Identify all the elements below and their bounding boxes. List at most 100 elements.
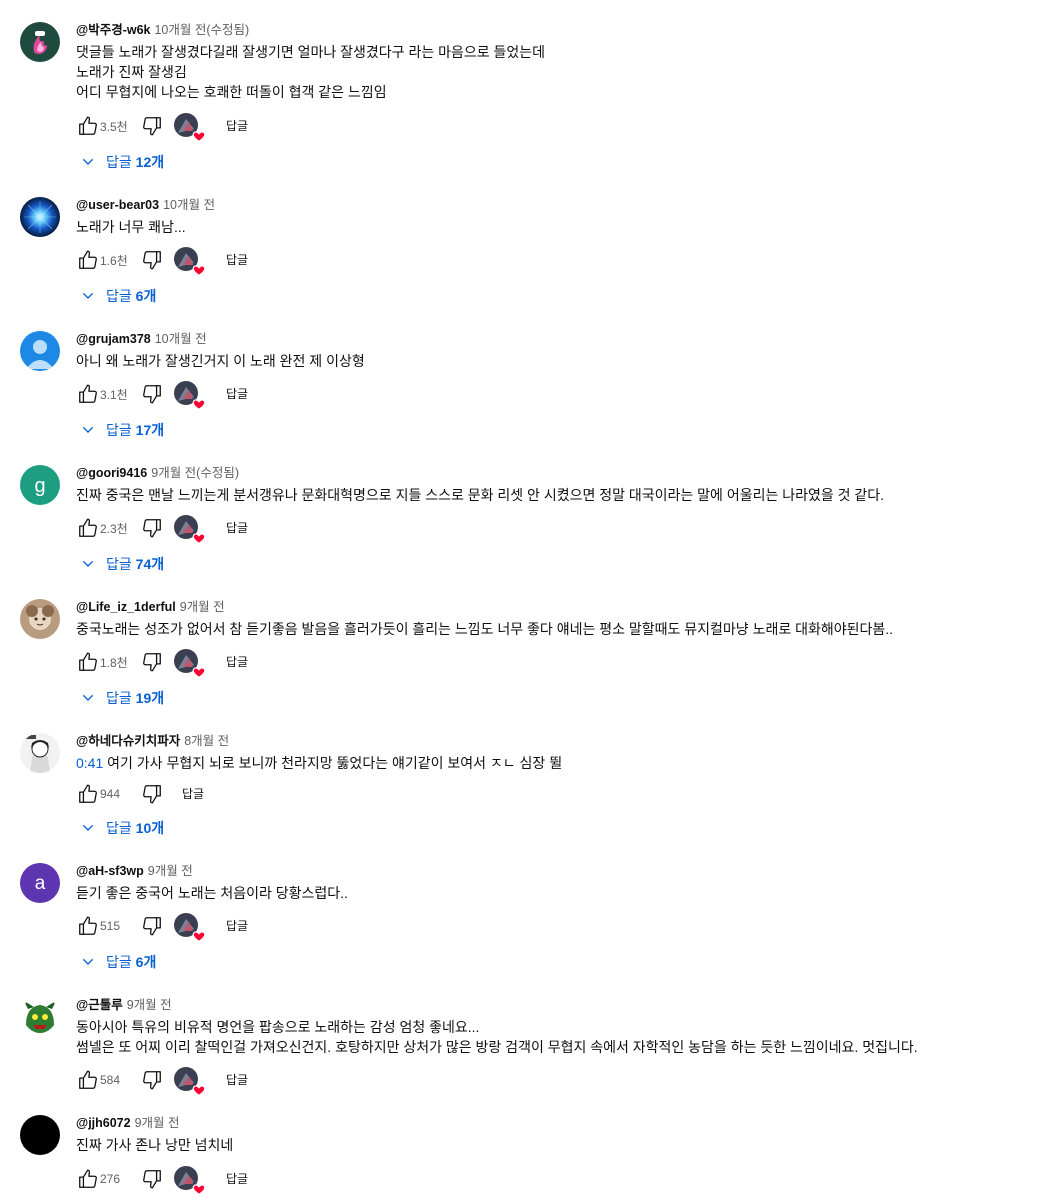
reply-button[interactable]: 답글 [212, 646, 262, 678]
avatar[interactable] [20, 22, 60, 62]
creator-heart-badge[interactable] [174, 1166, 206, 1195]
heart-icon [192, 533, 206, 544]
comment-actions: 584 답글 [72, 1064, 262, 1096]
reply-button[interactable]: 답글 [212, 910, 262, 942]
comment-time[interactable]: 9개월 전 [180, 600, 225, 614]
heart-icon [192, 399, 206, 410]
creator-heart-badge[interactable] [174, 247, 206, 276]
creator-heart-badge[interactable] [174, 381, 206, 410]
like-icon [79, 1169, 97, 1188]
svg-text:a: a [35, 873, 46, 894]
comment-text: 듣기 좋은 중국어 노래는 처음이라 당황스럽다.. [76, 885, 348, 901]
comment-time[interactable]: 10개월 전 [155, 332, 207, 346]
comment-author[interactable]: @하네다슈키치파자 [76, 734, 180, 748]
replies-toggle[interactable]: 답글 6개 [72, 278, 168, 314]
creator-heart-badge[interactable] [174, 913, 206, 942]
creator-heart-badge[interactable] [174, 1067, 206, 1096]
dislike-button[interactable] [136, 778, 168, 810]
comment-author[interactable]: @근툴루 [76, 998, 123, 1012]
dislike-button[interactable] [136, 110, 168, 142]
video-timestamp-link[interactable]: 0:41 [76, 755, 103, 771]
comment-text: 0:41 여기 가사 무협지 뇌로 보니까 천라지망 뚫었다는 얘기같이 보여서… [76, 755, 563, 771]
avatar[interactable] [20, 331, 60, 371]
like-icon [79, 652, 97, 671]
replies-toggle[interactable]: 답글 12개 [72, 144, 176, 180]
comment-time[interactable]: 9개월 전(수정됨) [151, 466, 239, 480]
dislike-icon [143, 653, 161, 672]
comment-author[interactable]: @user-bear03 [76, 198, 159, 212]
comment-author[interactable]: @Life_iz_1derful [76, 600, 176, 614]
avatar[interactable]: a [20, 863, 60, 903]
reply-button[interactable]: 답글 [212, 110, 262, 142]
comment-time[interactable]: 9개월 전 [148, 864, 193, 878]
avatar[interactable]: g [20, 465, 60, 505]
comment-text: 진짜 중국은 맨날 느끼는게 분서갱유나 문화대혁명으로 지들 스스로 문화 리… [76, 487, 885, 503]
reply-button[interactable]: 답글 [212, 512, 262, 544]
heart-icon [192, 265, 206, 276]
dislike-button[interactable] [136, 378, 168, 410]
like-count: 584 [100, 1073, 121, 1087]
dislike-icon [143, 785, 161, 804]
creator-heart-badge[interactable] [174, 515, 206, 544]
replies-toggle[interactable]: 답글 19개 [72, 680, 176, 716]
like-count: 944 [100, 787, 121, 801]
dislike-button[interactable] [136, 910, 168, 942]
creator-heart-badge[interactable] [174, 649, 206, 678]
like-count: 2.3천 [100, 521, 128, 536]
reply-button[interactable]: 답글 [212, 1064, 262, 1096]
avatar[interactable] [20, 997, 60, 1037]
like-icon [79, 784, 97, 803]
comment-actions: 2.3천 답글 [72, 512, 262, 544]
comment-text: 중국노래는 성조가 없어서 참 듣기좋음 발음을 흘러가듯이 흘리는 느낌도 너… [76, 621, 894, 637]
heart-icon [192, 1085, 206, 1096]
dislike-icon [143, 251, 161, 270]
replies-toggle[interactable]: 답글 17개 [72, 412, 176, 448]
dislike-button[interactable] [136, 646, 168, 678]
comment-actions: 1.6천 답글 [72, 244, 262, 276]
like-icon [79, 250, 97, 269]
comment-text: 노래가 너무 쾌남... [76, 219, 186, 235]
like-count: 3.5천 [100, 119, 128, 134]
comment-text: 아니 왜 노래가 잘생긴거지 이 노래 완전 제 이상형 [76, 353, 365, 369]
avatar[interactable] [20, 197, 60, 237]
reply-button[interactable]: 답글 [212, 1163, 262, 1195]
dislike-icon [143, 385, 161, 404]
avatar[interactable] [20, 599, 60, 639]
like-icon [79, 116, 97, 135]
comment-time[interactable]: 8개월 전 [184, 734, 229, 748]
dislike-icon [143, 519, 161, 538]
chevron-down-icon [82, 560, 94, 567]
avatar[interactable] [20, 1115, 60, 1155]
like-count: 3.1천 [100, 387, 128, 402]
like-icon [79, 1070, 97, 1089]
replies-toggle[interactable]: 답글 10개 [72, 810, 176, 846]
avatar[interactable] [20, 733, 60, 773]
comment-text: 진짜 가사 존나 낭만 넘치네 [76, 1137, 234, 1153]
comment-time[interactable]: 9개월 전 [135, 1116, 180, 1130]
comment-author[interactable]: @박주경-w6k [76, 23, 150, 37]
comment-time[interactable]: 10개월 전 [163, 198, 215, 212]
replies-toggle[interactable]: 답글 6개 [72, 944, 168, 980]
dislike-button[interactable] [136, 1064, 168, 1096]
comment-actions: 1.8천 답글 [72, 646, 262, 678]
dislike-icon [143, 1170, 161, 1189]
svg-text:g: g [34, 475, 45, 497]
comment-text: 댓글들 노래가 잘생겼다길래 잘생기면 얼마나 잘생겼다구 라는 마음으로 들었… [76, 44, 546, 100]
comment-author[interactable]: @jjh6072 [76, 1116, 131, 1130]
dislike-button[interactable] [136, 244, 168, 276]
dislike-button[interactable] [136, 512, 168, 544]
like-count: 276 [100, 1172, 121, 1186]
comment-actions: 276 답글 [72, 1163, 262, 1195]
comment-author[interactable]: @aH-sf3wp [76, 864, 144, 878]
reply-button[interactable]: 답글 [168, 778, 218, 810]
like-count: 1.8천 [100, 655, 128, 670]
reply-button[interactable]: 답글 [212, 378, 262, 410]
comment-author[interactable]: @grujam378 [76, 332, 151, 346]
comment-author[interactable]: @goori9416 [76, 466, 147, 480]
reply-button[interactable]: 답글 [212, 244, 262, 276]
dislike-button[interactable] [136, 1163, 168, 1195]
creator-heart-badge[interactable] [174, 113, 206, 142]
comment-time[interactable]: 9개월 전 [127, 998, 172, 1012]
comment-time[interactable]: 10개월 전(수정됨) [154, 23, 249, 37]
replies-toggle[interactable]: 답글 74개 [72, 546, 176, 582]
